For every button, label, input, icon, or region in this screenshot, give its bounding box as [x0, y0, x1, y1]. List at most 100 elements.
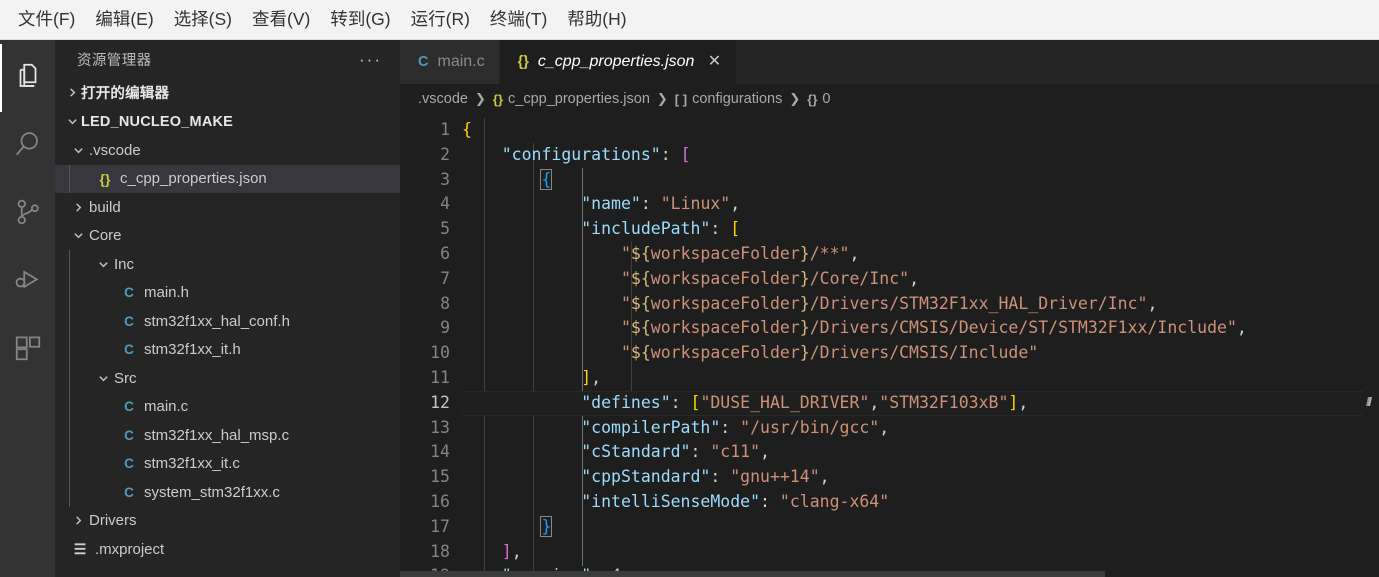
breadcrumb-item[interactable]: {} c_cpp_properties.json [493, 91, 650, 107]
run-and-debug-icon [13, 265, 43, 300]
tree-item-main-c[interactable]: Cmain.c [55, 392, 400, 421]
code-line[interactable]: "cppStandard": "gnu++14", [462, 465, 1379, 490]
code-line[interactable]: ], [462, 366, 1379, 391]
menu-selection[interactable]: 选择(S) [164, 7, 242, 33]
code-line[interactable]: ], [462, 540, 1379, 565]
c-file-icon: C [124, 399, 134, 415]
close-icon[interactable]: ✕ [706, 54, 722, 70]
tab-bar: Cmain.c {} c_cpp_properties.json ✕ [400, 40, 1379, 84]
sidebar-header: 资源管理器 ··· [55, 40, 400, 78]
ellipsis-icon[interactable]: ··· [359, 51, 382, 68]
tree-item-stm32f1xx-it-c[interactable]: Cstm32f1xx_it.c [55, 449, 400, 478]
code-line[interactable]: "intelliSenseMode": "clang-x64" [462, 490, 1379, 515]
tab-c-cpp-properties-json[interactable]: {} c_cpp_properties.json ✕ [499, 40, 738, 84]
tree-item-stm32f1xx-it-h[interactable]: Cstm32f1xx_it.h [55, 335, 400, 364]
tree-item-label: build [89, 198, 121, 216]
tree-item-main-h[interactable]: Cmain.h [55, 278, 400, 307]
tree-item-stm32f1xx-hal-conf-h[interactable]: Cstm32f1xx_hal_conf.h [55, 307, 400, 336]
line-number: 16 [430, 491, 450, 511]
breadcrumb-separator: ❯ [656, 91, 668, 106]
c-file-icon: C [124, 342, 134, 358]
code-line[interactable]: "name": "Linux", [462, 192, 1379, 217]
activity-item-search[interactable] [0, 112, 55, 180]
code-line[interactable]: "includePath": [ [462, 217, 1379, 242]
code-line[interactable]: "defines": ["DUSE_HAL_DRIVER","STM32F103… [462, 390, 1379, 416]
scrollbar-thumb[interactable] [400, 571, 1105, 577]
menu-go[interactable]: 转到(G) [320, 7, 400, 33]
breadcrumb-separator: ❯ [474, 91, 486, 106]
chevron-right-icon [63, 87, 81, 98]
code-line[interactable]: "configurations": [ [462, 143, 1379, 168]
tree-item-label: stm32f1xx_hal_msp.c [144, 426, 290, 444]
code-line[interactable]: "cStandard": "c11", [462, 440, 1379, 465]
menu-bar: 文件(F) 编辑(E) 选择(S) 查看(V) 转到(G) 运行(R) 终端(T) 帮助(H) [0, 0, 1379, 40]
section-workspace-root[interactable]: LED_NUCLEO_MAKE [55, 107, 400, 136]
breadcrumb-item[interactable]: {} 0 [807, 91, 830, 107]
code-line[interactable]: { [462, 168, 1379, 193]
line-number: 13 [430, 417, 450, 437]
tree-item-label: Drivers [89, 512, 137, 530]
menu-help[interactable]: 帮助(H) [557, 7, 636, 33]
tree-item-label: main.h [144, 284, 190, 302]
chevron-down-icon[interactable] [69, 145, 87, 156]
tree-indent [55, 250, 94, 279]
menu-run[interactable]: 运行(R) [401, 7, 480, 33]
code-editor[interactable]: 12345678910111213141516171819 { "configu… [400, 114, 1379, 577]
activity-item-extensions[interactable] [0, 316, 55, 384]
tree-indent [55, 335, 118, 364]
line-number: 18 [430, 541, 450, 561]
workspace-root-label: LED_NUCLEO_MAKE [81, 113, 234, 130]
code-line[interactable]: "${workspaceFolder}/**", [462, 242, 1379, 267]
tree-item-stm32f1xx-hal-msp-c[interactable]: Cstm32f1xx_hal_msp.c [55, 421, 400, 450]
tree-item-src[interactable]: Src [55, 364, 400, 393]
tree-item-label: Src [114, 369, 137, 387]
explorer-sidebar: 资源管理器 ··· 打开的编辑器 LED_NUCLEO_MAKE .vscode… [55, 40, 400, 577]
code-line[interactable]: "${workspaceFolder}/Core/Inc", [462, 267, 1379, 292]
tree-item--vscode[interactable]: .vscode [55, 136, 400, 165]
tree-item-label: system_stm32f1xx.c [144, 483, 280, 501]
section-open-editors[interactable]: 打开的编辑器 [55, 78, 400, 107]
tree-item-core[interactable]: Core [55, 222, 400, 251]
code-line[interactable]: } [462, 515, 1379, 540]
tree-item-drivers[interactable]: Drivers [55, 507, 400, 536]
tree-indent [55, 392, 118, 421]
tree-item-c-cpp-properties-json[interactable]: {} c_cpp_properties.json [55, 164, 400, 193]
code-line[interactable]: "${workspaceFolder}/Drivers/STM32F1xx_HA… [462, 292, 1379, 317]
line-number: 8 [440, 293, 450, 313]
menu-view[interactable]: 查看(V) [242, 7, 320, 33]
horizontal-scrollbar[interactable] [400, 571, 1379, 577]
code-line[interactable]: "${workspaceFolder}/Drivers/CMSIS/Device… [462, 316, 1379, 341]
tree-item--mxproject[interactable]: ☰ .mxproject [55, 535, 400, 564]
breadcrumb-item[interactable]: [ ] configurations [675, 91, 783, 107]
sidebar-title: 资源管理器 [77, 52, 152, 69]
chevron-down-icon[interactable] [94, 373, 112, 384]
json-file-icon: {} [517, 54, 529, 70]
chevron-right-icon[interactable] [69, 202, 87, 213]
activity-item-explorer[interactable] [0, 44, 55, 112]
menu-edit[interactable]: 编辑(E) [85, 7, 163, 33]
minimap[interactable] [1363, 114, 1379, 577]
code-line[interactable]: { [462, 118, 1379, 143]
code-content[interactable]: { "configurations": [ { "name": "Linux",… [462, 114, 1379, 577]
breadcrumb-label: c_cpp_properties.json [508, 91, 650, 107]
line-number: 10 [430, 343, 450, 363]
tree-item-inc[interactable]: Inc [55, 250, 400, 279]
tree-indent [55, 278, 118, 307]
chevron-down-icon[interactable] [94, 259, 112, 270]
activity-item-source-control[interactable] [0, 180, 55, 248]
chevron-right-icon[interactable] [69, 515, 87, 526]
tree-item-build[interactable]: build [55, 193, 400, 222]
tree-item-system-stm32f1xx-c[interactable]: Csystem_stm32f1xx.c [55, 478, 400, 507]
menu-terminal[interactable]: 终端(T) [480, 7, 557, 33]
activity-item-run-and-debug[interactable] [0, 248, 55, 316]
code-line[interactable]: "${workspaceFolder}/Drivers/CMSIS/Includ… [462, 341, 1379, 366]
menu-file[interactable]: 文件(F) [8, 7, 85, 33]
breadcrumb-label: 0 [822, 91, 831, 107]
chevron-down-icon[interactable] [69, 230, 87, 241]
workbench-body: 资源管理器 ··· 打开的编辑器 LED_NUCLEO_MAKE .vscode… [0, 40, 1379, 577]
code-line[interactable]: "compilerPath": "/usr/bin/gcc", [462, 416, 1379, 441]
breadcrumb-item[interactable]: .vscode [418, 91, 468, 107]
tree-indent [55, 164, 94, 193]
line-number: 4 [440, 194, 450, 214]
tab-main-c[interactable]: Cmain.c [400, 40, 500, 84]
